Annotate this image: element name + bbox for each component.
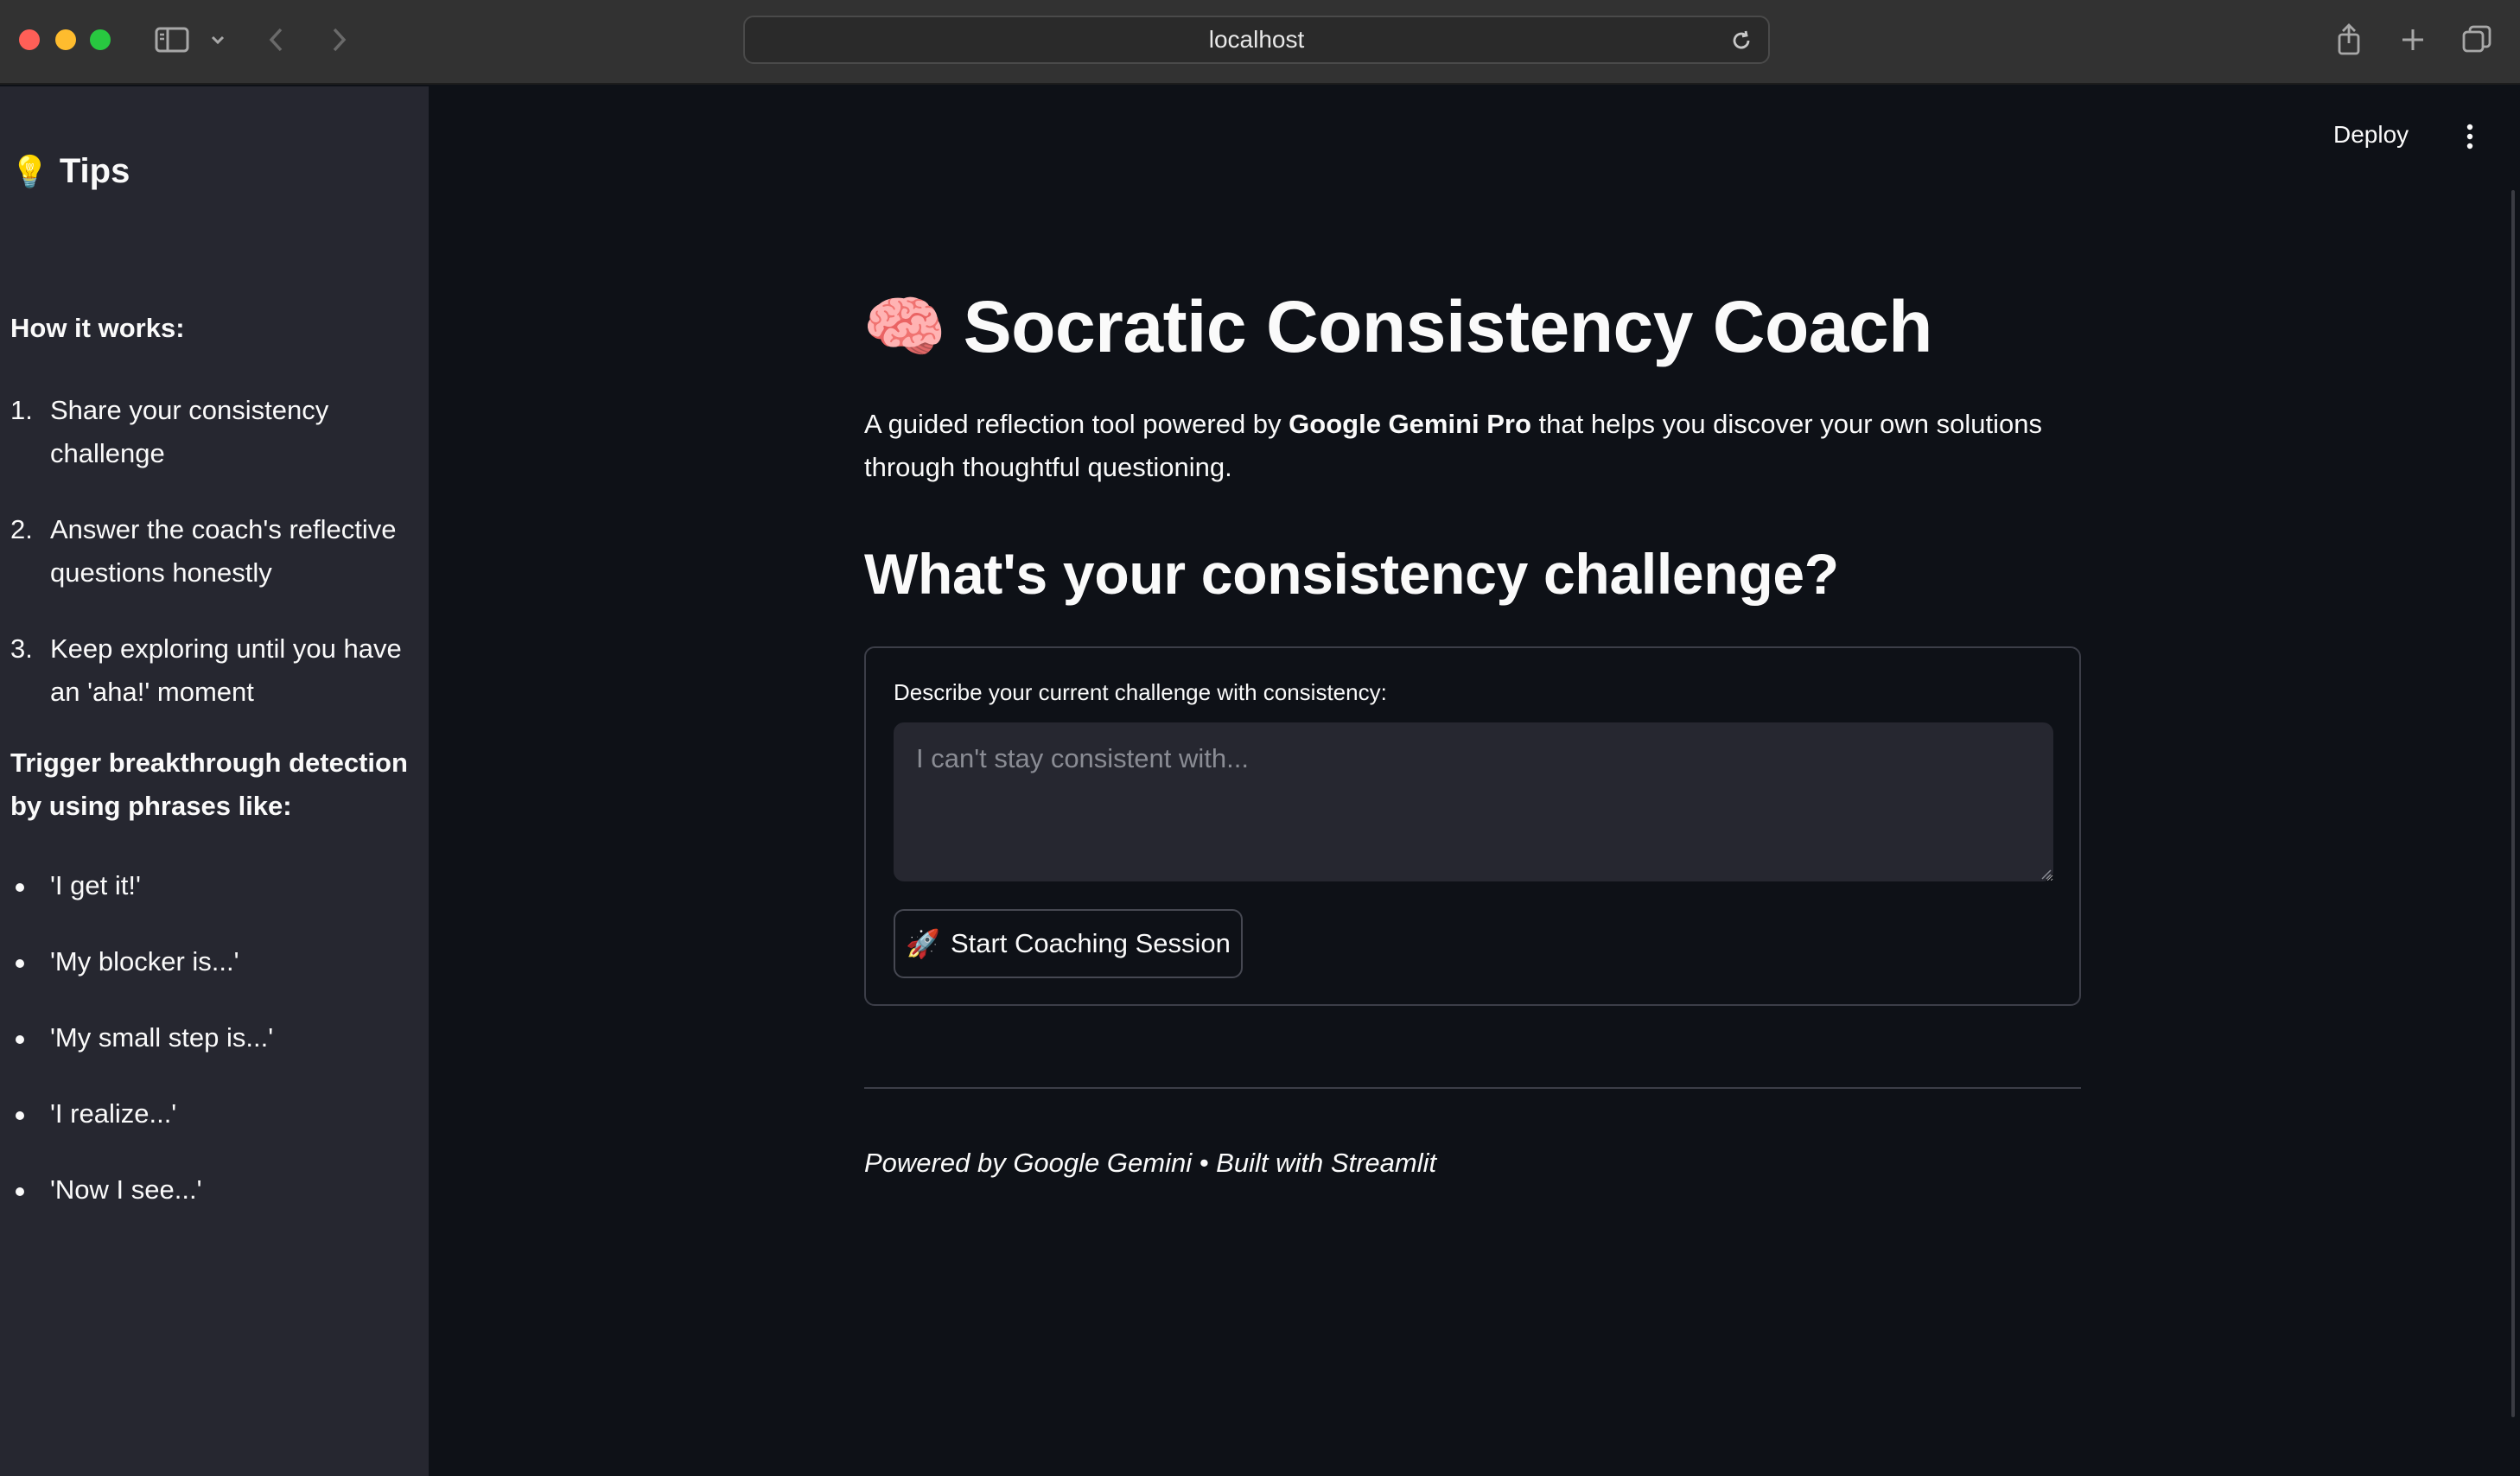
chevron-down-icon[interactable] bbox=[206, 21, 230, 59]
list-item: 1. Share your consistency challenge bbox=[10, 389, 417, 475]
challenge-textarea[interactable] bbox=[894, 722, 2053, 881]
address-bar[interactable]: localhost bbox=[743, 16, 1770, 64]
step-number: 3. bbox=[10, 633, 33, 664]
phrase-text: 'I get it!' bbox=[50, 870, 141, 900]
step-number: 1. bbox=[10, 395, 33, 425]
scrollbar[interactable] bbox=[2511, 190, 2515, 1417]
url-text: localhost bbox=[1208, 26, 1305, 53]
step-number: 2. bbox=[10, 514, 33, 544]
back-arrow-icon[interactable] bbox=[259, 21, 294, 59]
challenge-field-label: Describe your current challenge with con… bbox=[894, 679, 1387, 705]
page-title: 🧠 Socratic Consistency Coach bbox=[862, 285, 2159, 369]
tabs-icon[interactable] bbox=[2458, 21, 2496, 59]
step-text: Share your consistency challenge bbox=[50, 395, 329, 468]
bullet-icon bbox=[10, 1092, 50, 1136]
trigger-phrases-label: Trigger breakthrough detection by using … bbox=[10, 748, 408, 821]
steps-list: 1. Share your consistency challenge 2. A… bbox=[10, 389, 417, 747]
step-text: Keep exploring until you have an 'aha!' … bbox=[50, 633, 402, 707]
intro-bold: Google Gemini Pro bbox=[1289, 409, 1531, 439]
list-item: 2. Answer the coach's reflective questio… bbox=[10, 508, 417, 595]
list-item: 'I get it!' bbox=[10, 864, 417, 907]
more-options-icon[interactable] bbox=[2460, 119, 2480, 154]
plus-icon[interactable] bbox=[2394, 21, 2432, 59]
lightbulb-icon: 💡 bbox=[10, 153, 49, 189]
bullet-icon bbox=[10, 1168, 50, 1212]
phrases-list: 'I get it!' 'My blocker is...' 'My small… bbox=[10, 864, 417, 1244]
resize-grip-icon[interactable] bbox=[2040, 868, 2052, 880]
step-text: Answer the coach's reflective questions … bbox=[50, 514, 397, 588]
phrase-text: 'My blocker is...' bbox=[50, 946, 239, 977]
minimize-window-button[interactable] bbox=[55, 29, 76, 50]
forward-arrow-icon[interactable] bbox=[321, 21, 356, 59]
phrase-text: 'I realize...' bbox=[50, 1098, 177, 1129]
list-item: 'My small step is...' bbox=[10, 1016, 417, 1059]
sidebar-title-text: Tips bbox=[59, 152, 130, 190]
bullet-icon bbox=[10, 864, 50, 907]
phrase-text: 'Now I see...' bbox=[50, 1174, 202, 1205]
divider bbox=[864, 1087, 2081, 1089]
deploy-button[interactable]: Deploy bbox=[2333, 118, 2409, 152]
phrase-text: 'My small step is...' bbox=[50, 1022, 274, 1053]
intro-prefix: A guided reflection tool powered by bbox=[864, 409, 1289, 439]
start-coaching-button[interactable]: 🚀 Start Coaching Session bbox=[894, 909, 1243, 978]
list-item: 'My blocker is...' bbox=[10, 940, 417, 983]
list-item: 'Now I see...' bbox=[10, 1168, 417, 1212]
browser-toolbar: localhost bbox=[0, 0, 2520, 85]
start-coaching-label: Start Coaching Session bbox=[950, 928, 1231, 958]
zoom-window-button[interactable] bbox=[90, 29, 111, 50]
intro-text: A guided reflection tool powered by Goog… bbox=[864, 403, 2091, 489]
challenge-form: Describe your current challenge with con… bbox=[864, 646, 2081, 1006]
brain-icon: 🧠 bbox=[862, 288, 946, 365]
list-item: 'I realize...' bbox=[10, 1092, 417, 1136]
list-item: 3. Keep exploring until you have an 'aha… bbox=[10, 627, 417, 714]
page-title-text: Socratic Consistency Coach bbox=[963, 286, 1933, 367]
footer-text: Powered by Google Gemini • Built with St… bbox=[864, 1148, 1437, 1178]
sidebar-title: 💡 Tips bbox=[10, 152, 130, 191]
close-window-button[interactable] bbox=[19, 29, 40, 50]
sidebar-toggle-icon[interactable] bbox=[154, 21, 190, 59]
bullet-icon bbox=[10, 1016, 50, 1059]
section-heading: What's your consistency challenge? bbox=[864, 542, 1839, 606]
how-it-works-label: How it works: bbox=[10, 313, 185, 343]
share-icon[interactable] bbox=[2330, 21, 2368, 59]
rocket-icon: 🚀 bbox=[906, 928, 940, 959]
reload-icon[interactable] bbox=[1727, 26, 1756, 55]
bullet-icon bbox=[10, 940, 50, 983]
